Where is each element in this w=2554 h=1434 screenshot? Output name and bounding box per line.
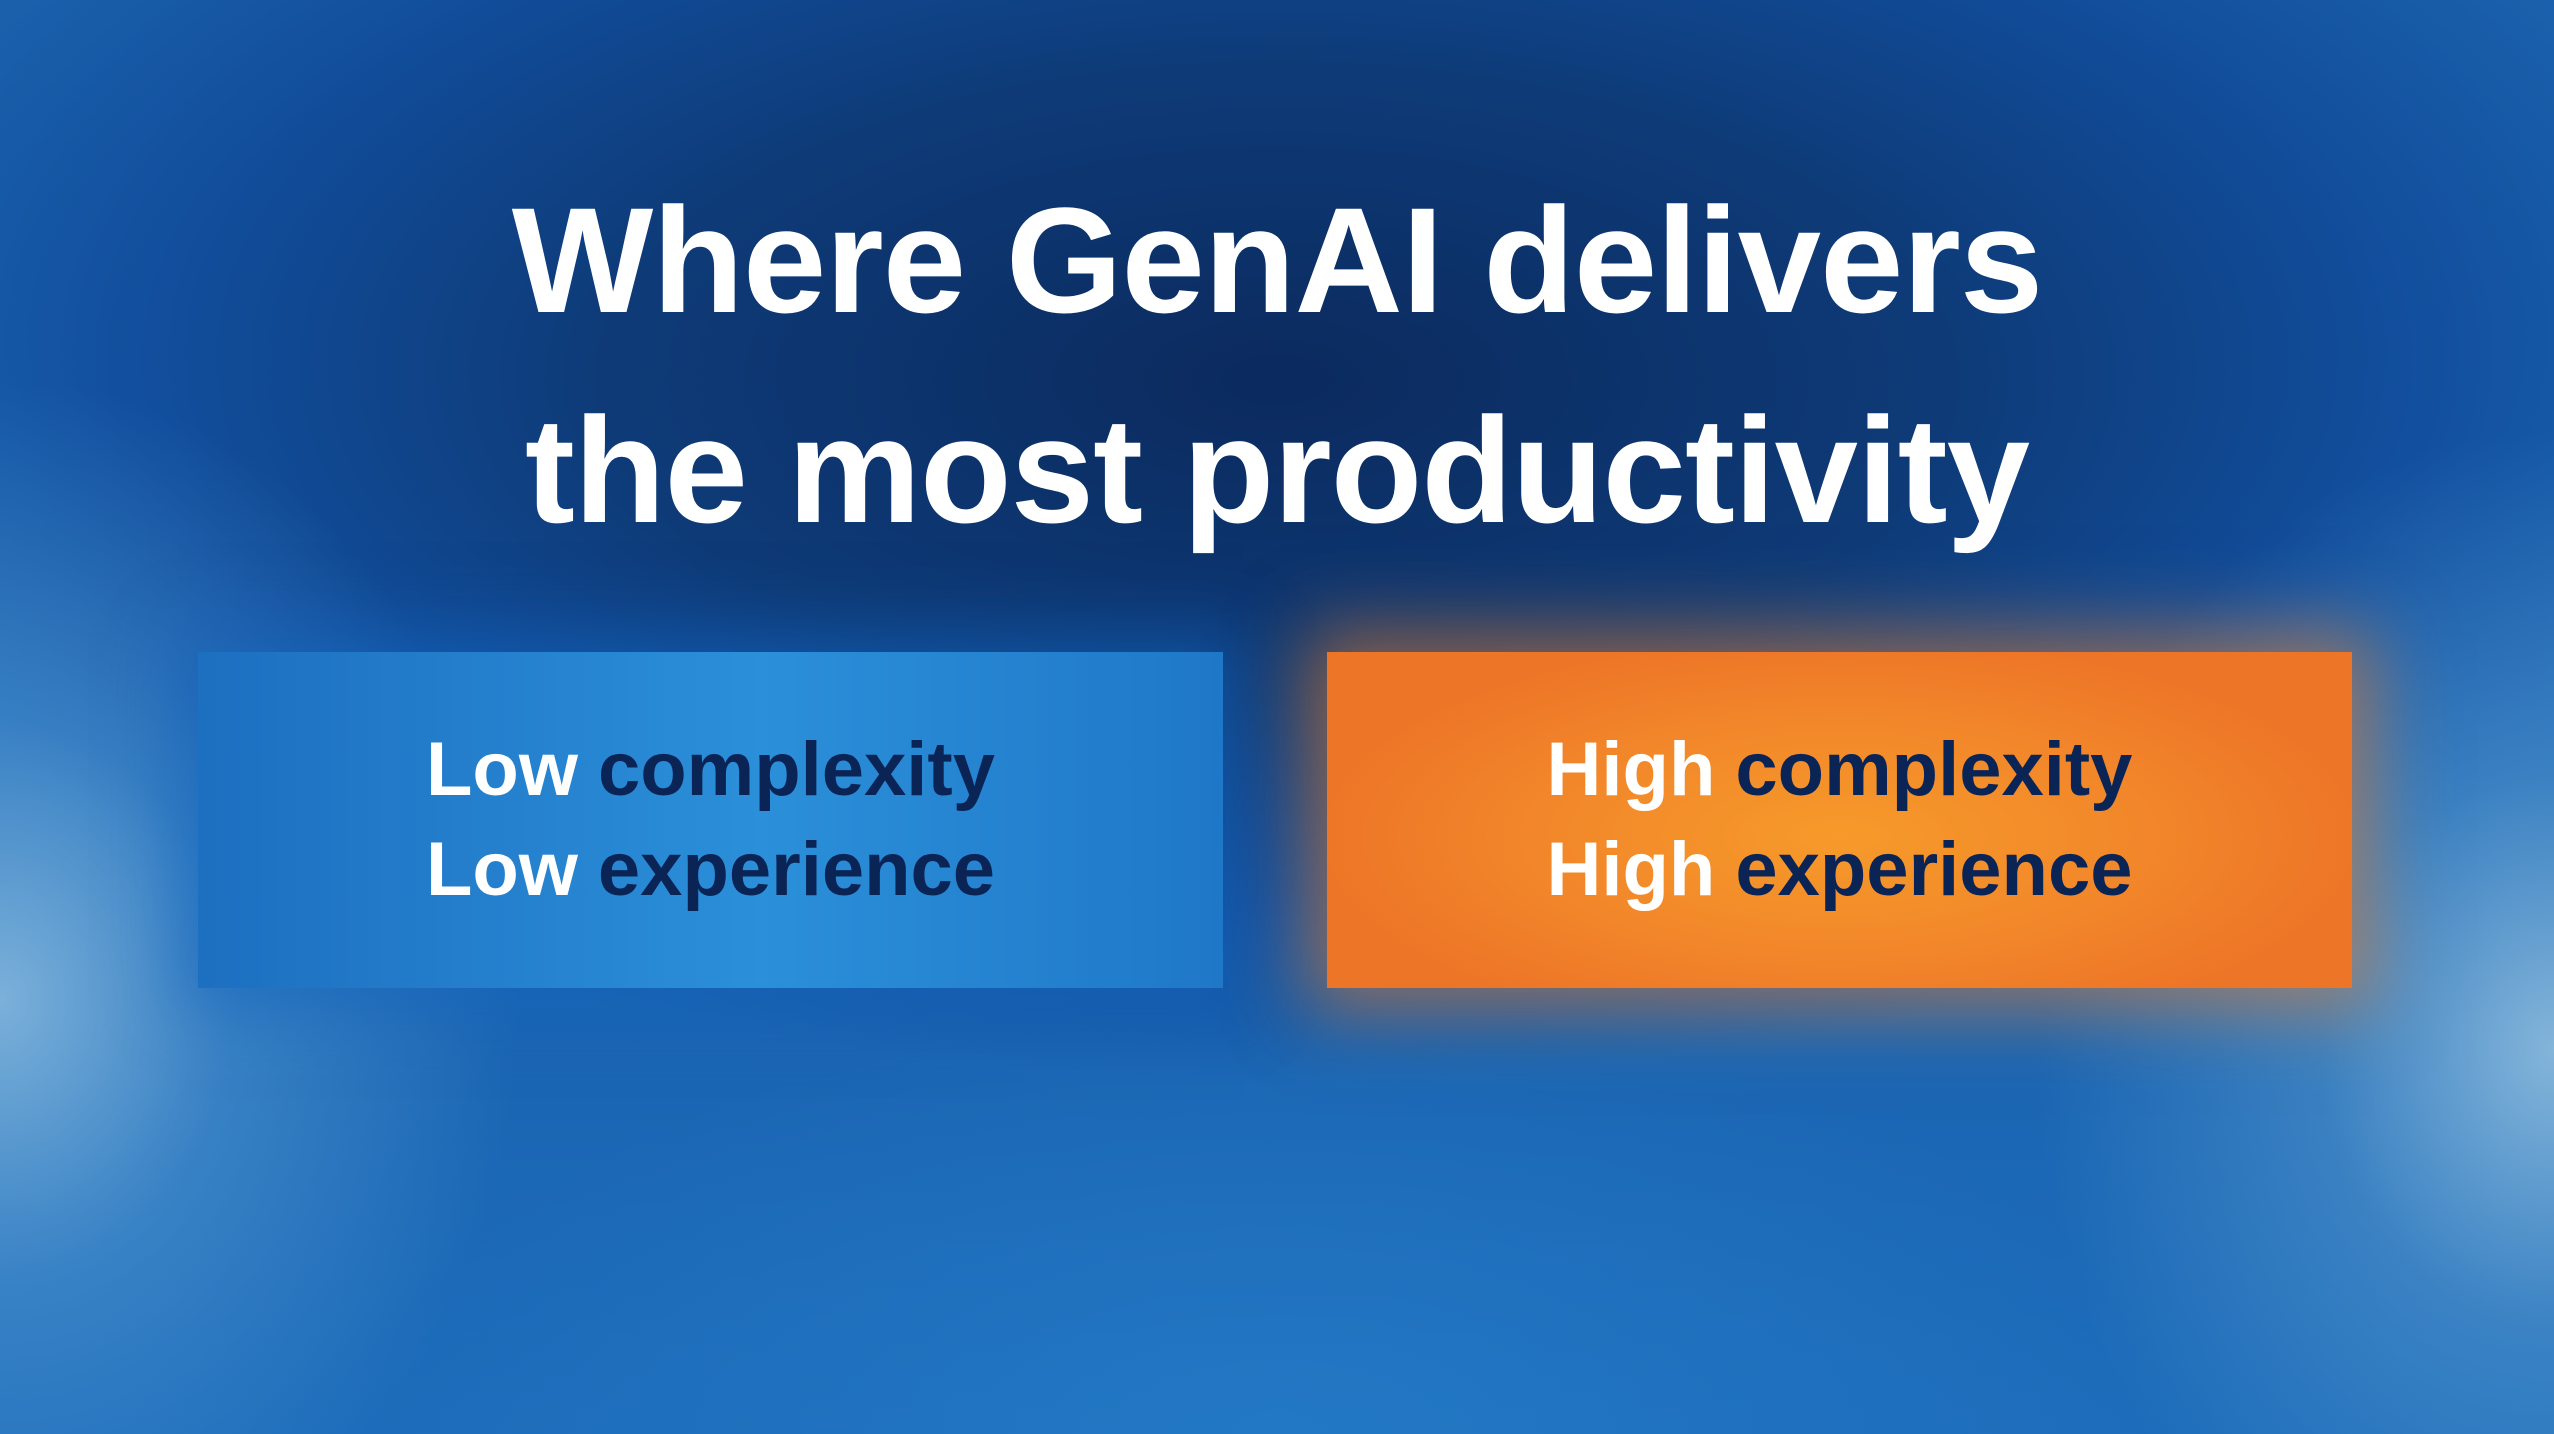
slide: Where GenAI delivers the most productivi…: [0, 0, 2554, 1434]
card-right-line-2-term: experience: [1735, 827, 2133, 912]
high-complexity-card: High complexity High experience: [1327, 652, 2352, 988]
card-left-line-2-term: experience: [597, 827, 996, 912]
card-right-line-1: High complexity: [1547, 720, 2133, 820]
card-right-line-1-term: complexity: [1735, 727, 2133, 812]
title-line-1: Where GenAI delivers: [511, 176, 2044, 344]
low-complexity-card: Low complexity Low experience: [198, 652, 1223, 988]
card-left-line-2: Low experience: [426, 820, 995, 920]
card-right-line-2: High experience: [1546, 820, 2132, 920]
card-left-line-1-qualifier: Low: [425, 727, 578, 812]
card-left-line-2-qualifier: Low: [425, 827, 578, 912]
card-right-line-1-qualifier: High: [1546, 727, 1716, 812]
title-line-2: the most productivity: [524, 386, 2030, 554]
slide-title: Where GenAI delivers the most productivi…: [0, 155, 2554, 575]
card-left-line-1: Low complexity: [426, 720, 995, 820]
card-right-line-2-qualifier: High: [1546, 827, 1716, 912]
card-left-line-1-term: complexity: [597, 727, 995, 812]
